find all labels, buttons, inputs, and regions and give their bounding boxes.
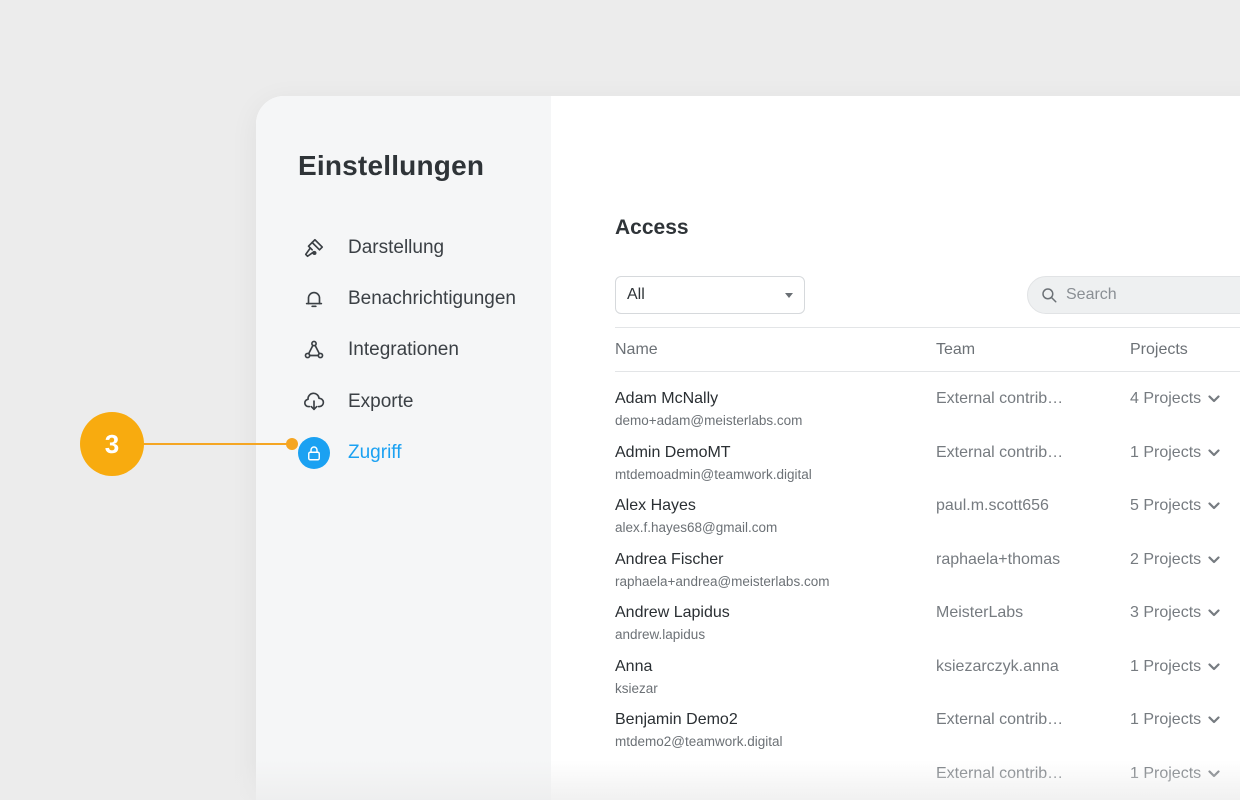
column-header-name[interactable]: Name	[615, 341, 658, 359]
callout-connector-line	[140, 443, 290, 445]
projects-count: 3 Projects	[1130, 604, 1202, 621]
callout-step-badge: 3	[80, 412, 144, 476]
sidebar-item-label: Zugriff	[348, 441, 402, 463]
integration-nodes-icon	[298, 334, 330, 366]
projects-count: 1 Projects	[1130, 657, 1202, 675]
bell-icon	[298, 283, 330, 315]
sidebar-item-label: Integrationen	[348, 339, 459, 361]
sidebar-item-integrationen[interactable]: Integrationen	[298, 325, 516, 376]
column-header-team[interactable]: Team	[936, 341, 975, 359]
projects-count: 1 Projects	[1130, 711, 1202, 728]
projects-count: 4 Projects	[1130, 390, 1202, 407]
settings-nav: Darstellung Benachrichtigungen Integrati…	[298, 222, 516, 478]
user-email: ksiezar	[615, 680, 658, 696]
search-box[interactable]	[1027, 276, 1240, 314]
chevron-down-icon	[1208, 502, 1220, 510]
callout-connector-dot	[286, 438, 298, 450]
sidebar-item-label: Darstellung	[348, 236, 445, 258]
sidebar-item-exporte[interactable]: Exporte	[298, 376, 516, 427]
chevron-down-icon	[1208, 609, 1220, 617]
chevron-down-icon	[1208, 555, 1220, 563]
sidebar-item-zugriff[interactable]: Zugriff	[298, 427, 516, 478]
user-email: raphaela+andrea@meisterlabs.com	[615, 573, 830, 589]
search-icon	[1042, 288, 1057, 303]
table-row[interactable]: Andrew Lapidus andrew.lapidus MeisterLab…	[615, 604, 1240, 658]
projects-dropdown[interactable]: 1 Projects	[1130, 444, 1220, 462]
user-name: Adam McNally	[615, 390, 719, 407]
projects-count: 1 Projects	[1130, 764, 1202, 782]
sidebar-item-benachrichtigungen[interactable]: Benachrichtigungen	[298, 273, 516, 324]
user-team: MeisterLabs	[936, 604, 1024, 621]
chevron-down-icon	[1208, 662, 1220, 670]
projects-dropdown[interactable]: 4 Projects	[1130, 390, 1220, 408]
lock-icon	[298, 436, 330, 469]
access-content: Access All Name Team Projects Adam McNal…	[551, 96, 1240, 800]
settings-window: Einstellungen Darstellung Benachrichtigu…	[256, 96, 1240, 800]
user-name: Admin DemoMT	[615, 443, 731, 461]
user-team: External contrib…	[936, 711, 1064, 728]
user-team: raphaela+thomas	[936, 550, 1061, 568]
cloud-download-icon	[298, 386, 330, 418]
table-row[interactable]: Andrea Fischer raphaela+andrea@meisterla…	[615, 551, 1240, 605]
user-email: mtdemoadmin@teamwork.digital	[615, 466, 812, 482]
table-row[interactable]: Admin DemoMT mtdemoadmin@teamwork.digita…	[615, 444, 1240, 498]
chevron-down-icon	[1208, 769, 1220, 777]
settings-sidebar: Einstellungen Darstellung Benachrichtigu…	[256, 96, 551, 800]
user-name: Andrea Fischer	[615, 550, 724, 568]
user-team: External contrib…	[936, 390, 1064, 407]
sidebar-item-label: Exporte	[348, 390, 414, 412]
projects-count: 5 Projects	[1130, 497, 1202, 514]
table-row[interactable]: Benjamin Demo2 mtdemo2@teamwork.digital …	[615, 711, 1240, 765]
user-team: ksiezarczyk.anna	[936, 657, 1059, 675]
projects-dropdown[interactable]: 5 Projects	[1130, 497, 1220, 515]
table-row[interactable]: External contrib… 1 Projects	[615, 765, 1240, 800]
projects-dropdown[interactable]: 1 Projects	[1130, 765, 1220, 783]
caret-down-icon	[785, 293, 793, 298]
user-email: demo+adam@meisterlabs.com	[615, 413, 803, 428]
access-table: Name Team Projects Adam McNally demo+ada…	[615, 327, 1240, 800]
column-header-projects[interactable]: Projects	[1130, 341, 1188, 359]
projects-dropdown[interactable]: 1 Projects	[1130, 658, 1220, 676]
filter-select[interactable]: All	[615, 276, 805, 314]
table-row[interactable]: Adam McNally demo+adam@meisterlabs.com E…	[615, 390, 1240, 444]
user-email: andrew.lapidus	[615, 627, 706, 642]
user-team: External contrib…	[936, 764, 1064, 782]
user-name: Anna	[615, 657, 653, 675]
table-header: Name Team Projects	[615, 327, 1240, 372]
search-input[interactable]	[1066, 286, 1240, 304]
sidebar-item-darstellung[interactable]: Darstellung	[298, 222, 516, 273]
sidebar-item-label: Benachrichtigungen	[348, 287, 516, 309]
chevron-down-icon	[1208, 716, 1220, 724]
page-title: Access	[615, 216, 689, 239]
user-team: paul.m.scott656	[936, 497, 1049, 514]
user-name: Andrew Lapidus	[615, 604, 730, 621]
table-body: Adam McNally demo+adam@meisterlabs.com E…	[615, 372, 1240, 800]
projects-dropdown[interactable]: 3 Projects	[1130, 604, 1220, 622]
paint-brush-icon	[298, 232, 330, 264]
table-row[interactable]: Anna ksiezar ksiezarczyk.anna 1 Projects	[615, 658, 1240, 712]
chevron-down-icon	[1208, 448, 1220, 456]
projects-count: 2 Projects	[1130, 550, 1202, 568]
chevron-down-icon	[1208, 395, 1220, 403]
projects-count: 1 Projects	[1130, 443, 1202, 461]
projects-dropdown[interactable]: 1 Projects	[1130, 711, 1220, 729]
user-email: mtdemo2@teamwork.digital	[615, 734, 783, 749]
table-row[interactable]: Alex Hayes alex.f.hayes68@gmail.com paul…	[615, 497, 1240, 551]
sidebar-title: Einstellungen	[298, 150, 485, 181]
projects-dropdown[interactable]: 2 Projects	[1130, 551, 1220, 569]
filter-select-value: All	[627, 286, 645, 303]
user-name: Alex Hayes	[615, 497, 696, 514]
callout-step-number: 3	[104, 428, 120, 459]
user-name: Benjamin Demo2	[615, 711, 738, 728]
user-team: External contrib…	[936, 443, 1064, 461]
user-email: alex.f.hayes68@gmail.com	[615, 520, 778, 535]
